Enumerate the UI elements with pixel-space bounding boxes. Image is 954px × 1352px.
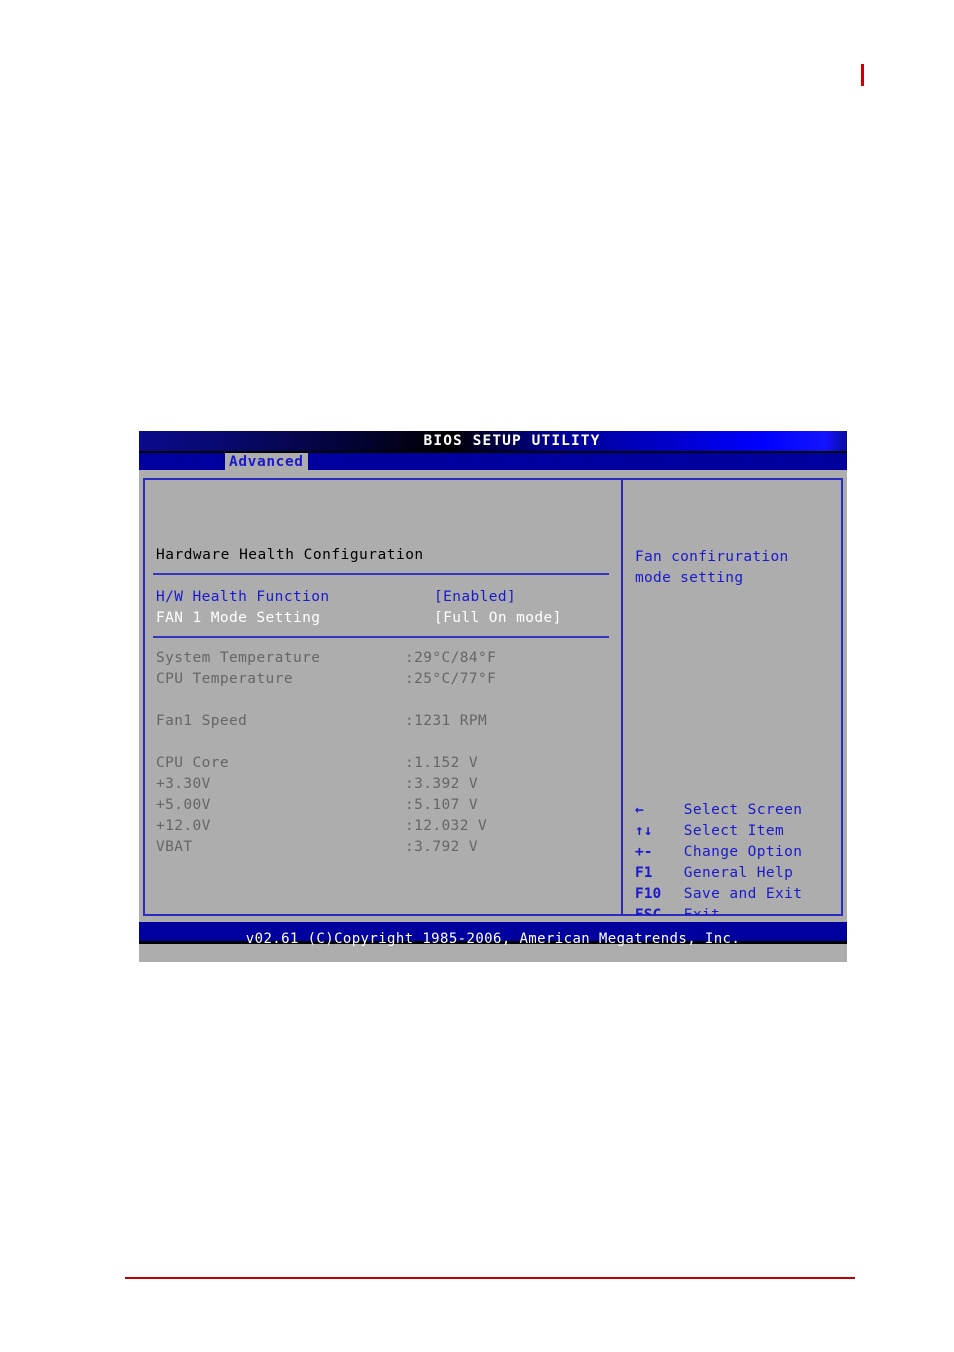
monitor-row-12v: +12.0V :12.032 V [156,818,616,839]
key-legend-row-change-option: +- Change Option [635,842,802,863]
left-arrow-icon: ← [635,802,644,818]
key-legend: ← Select Screen ↑↓ Select Item +- Change… [635,800,802,926]
monitor-value: :12.032 V [405,818,488,834]
tab-advanced[interactable]: Advanced [225,453,308,472]
monitor-value: :25°C/77°F [405,671,497,687]
copyright-text: v02.61 (C)Copyright 1985-2006, American … [245,931,741,947]
monitor-value: :3.392 V [405,776,479,792]
title-bar: BIOS SETUP UTILITY [139,431,847,453]
monitor-label: +12.0V [156,818,211,834]
setting-value[interactable]: [Enabled] [434,589,516,605]
key-legend-description: Change Option [683,844,803,860]
footer-bar: v02.61 (C)Copyright 1985-2006, American … [139,922,847,947]
monitor-row-3v3: +3.30V :3.392 V [156,776,616,797]
key-legend-description: Save and Exit [683,886,803,902]
divider-top [153,573,609,575]
setting-value[interactable]: [Full On mode] [434,610,562,626]
key-label-f1: F1 [635,865,653,881]
section-heading: Hardware Health Configuration [156,547,424,563]
monitor-label: System Temperature [156,650,321,666]
help-description: Fan confiruration mode setting [635,547,825,589]
setting-label: H/W Health Function [156,589,330,605]
divider-bottom [153,636,609,638]
monitor-row-system-temperature: System Temperature :29°C/84°F [156,650,616,671]
monitor-row-cpu-core: CPU Core :1.152 V [156,755,616,776]
up-down-arrow-icon: ↑↓ [635,823,653,839]
monitor-row-5v: +5.00V :5.107 V [156,797,616,818]
monitor-label: CPU Core [156,755,230,771]
page-footer-rule [125,1277,855,1279]
settings-panel: Hardware Health Configuration H/W Health… [145,480,623,914]
key-legend-description: Select Screen [683,802,803,818]
monitor-value: :1.152 V [405,755,479,771]
menu-tab-bar[interactable]: Advanced [139,453,847,474]
monitor-row-vbat: VBAT :3.792 V [156,839,616,860]
panels-frame: Hardware Health Configuration H/W Health… [143,478,843,923]
monitor-value: :5.107 V [405,797,479,813]
monitor-value: :29°C/84°F [405,650,497,666]
setting-row-fan1-mode-setting[interactable]: FAN 1 Mode Setting [Full On mode] [156,610,616,631]
monitor-label: VBAT [156,839,193,855]
monitor-label: +3.30V [156,776,211,792]
monitor-value: :3.792 V [405,839,479,855]
monitor-row-fan1-speed: Fan1 Speed :1231 RPM [156,713,616,734]
key-legend-description: General Help [683,865,794,881]
help-panel: Fan confiruration mode setting ← Select … [623,480,841,923]
monitor-row-cpu-temperature: CPU Temperature :25°C/77°F [156,671,616,692]
key-legend-row-select-screen: ← Select Screen [635,800,802,821]
key-legend-row-general-help: F1 General Help [635,863,802,884]
help-description-line-1: Fan confiruration [635,549,789,565]
key-label-f10: F10 [635,886,662,902]
key-legend-description: Select Item [683,823,785,839]
content-area: Hardware Health Configuration H/W Health… [139,474,847,923]
setting-row-hw-health-function[interactable]: H/W Health Function [Enabled] [156,589,616,610]
help-description-line-2: mode setting [635,570,744,586]
plus-minus-icon: +- [635,844,653,860]
monitor-label: Fan1 Speed [156,713,248,729]
key-legend-row-select-item: ↑↓ Select Item [635,821,802,842]
monitor-value: :1231 RPM [405,713,488,729]
page-title: BIOS SETUP UTILITY [423,433,601,449]
bios-setup-window: BIOS SETUP UTILITY Advanced Hardware Hea… [139,431,847,962]
monitor-label: +5.00V [156,797,211,813]
setting-label: FAN 1 Mode Setting [156,610,321,626]
key-legend-row-save-and-exit: F10 Save and Exit [635,884,802,905]
page-margin-mark [861,64,864,86]
monitor-label: CPU Temperature [156,671,293,687]
footer: v02.61 (C)Copyright 1985-2006, American … [139,916,847,960]
